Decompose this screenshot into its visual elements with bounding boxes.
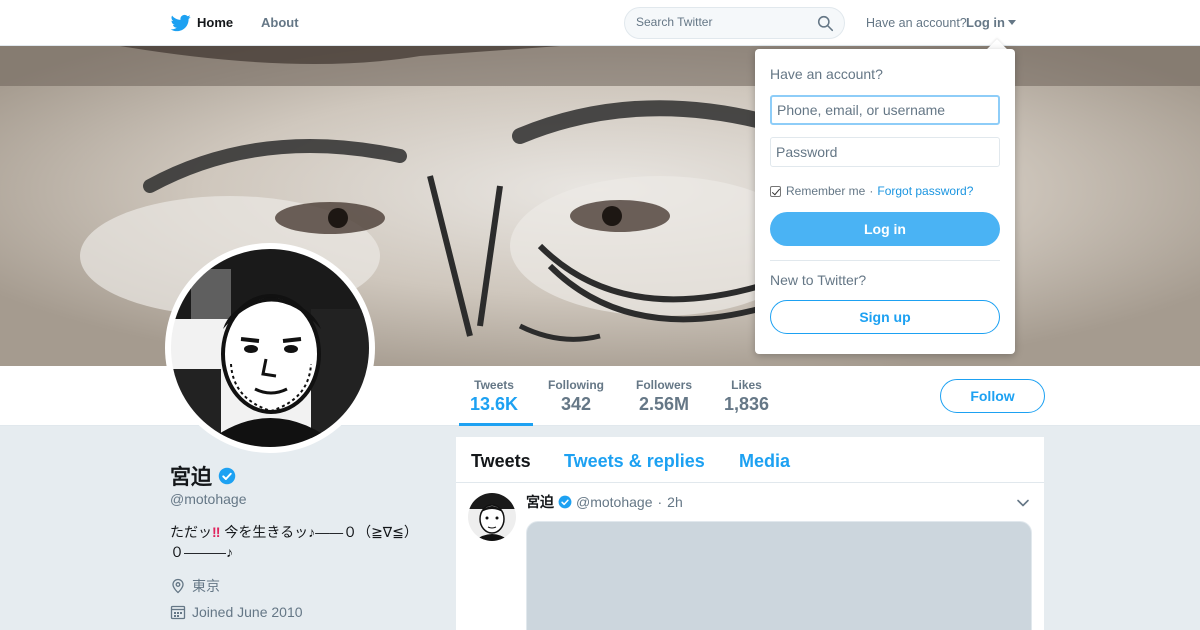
bio-line-2: ０———♪ <box>170 544 233 560</box>
caret-down-icon <box>1008 20 1016 25</box>
remember-me-checkbox[interactable] <box>770 185 781 197</box>
bio-line-1-end: 今を生きるッ♪——０（≧∇≦） <box>224 524 418 540</box>
search-input[interactable] <box>636 15 806 29</box>
login-dropdown: Have an account? Remember me · Forgot pa… <box>755 49 1015 354</box>
tweet-author-handle[interactable]: @motohage <box>576 494 652 510</box>
login-dropdown-toggle[interactable]: Log in <box>966 15 1016 30</box>
stat-following[interactable]: Following 342 <box>548 378 604 415</box>
username-field[interactable] <box>770 95 1000 125</box>
top-navigation-bar: Home About Have an account? Log in <box>0 0 1200 46</box>
remember-separator: · <box>869 184 874 198</box>
joined-date-text: Joined June 2010 <box>192 604 303 620</box>
tab-tweets[interactable]: Tweets <box>471 451 531 472</box>
tweet-avatar[interactable] <box>468 493 516 541</box>
profile-handle[interactable]: @motohage <box>170 491 246 507</box>
login-link-label: Log in <box>966 15 1005 30</box>
nav-about-link[interactable]: About <box>261 15 299 30</box>
search-box[interactable] <box>624 7 845 39</box>
dropdown-divider <box>770 260 1000 261</box>
timeline-tabs: Tweets Tweets & replies Media <box>456 437 1044 483</box>
tweet-author-name[interactable]: 宮迫 <box>526 492 554 512</box>
nav-home-link[interactable]: Home <box>197 15 233 30</box>
profile-avatar[interactable] <box>165 243 375 453</box>
twitter-bird-icon[interactable] <box>170 13 192 33</box>
stat-likes-label: Likes <box>731 378 762 392</box>
stat-likes[interactable]: Likes 1,836 <box>724 378 769 415</box>
tweet-timestamp[interactable]: 2h <box>667 494 683 510</box>
profile-name[interactable]: 宮迫 <box>170 461 212 491</box>
remember-me-row: Remember me · Forgot password? <box>770 184 973 198</box>
search-icon[interactable] <box>817 15 834 32</box>
new-to-twitter-text: New to Twitter? <box>770 272 867 288</box>
forgot-password-link[interactable]: Forgot password? <box>877 184 973 198</box>
timeline: Tweets Tweets & replies Media 宮迫 @motoha… <box>456 437 1044 630</box>
calendar-icon <box>170 605 186 620</box>
double-exclamation-emoji: ‼ <box>212 524 221 540</box>
stat-followers[interactable]: Followers 2.56M <box>636 378 692 415</box>
verified-badge-icon <box>558 495 572 509</box>
login-button[interactable]: Log in <box>770 212 1000 246</box>
verified-badge-icon <box>218 467 236 485</box>
dropdown-title: Have an account? <box>770 66 883 82</box>
stat-tweets-label: Tweets <box>474 378 514 392</box>
tweet-media[interactable] <box>526 521 1032 630</box>
stat-following-value: 342 <box>560 394 592 414</box>
follow-button[interactable]: Follow <box>940 379 1045 413</box>
stat-likes-value: 1,836 <box>724 394 770 414</box>
stat-tweets-value: 13.6K <box>470 394 519 414</box>
remember-me-label[interactable]: Remember me <box>786 184 865 198</box>
stat-following-label: Following <box>548 378 604 392</box>
bio-line-1: ただッ‼ 今を生きるッ♪——０（≧∇≦） <box>170 522 430 542</box>
tweet-separator-dot: · <box>657 494 663 510</box>
profile-name-row: 宮迫 <box>170 461 236 491</box>
have-account-text: Have an account? <box>866 16 967 30</box>
tab-media[interactable]: Media <box>739 451 790 472</box>
stat-tweets[interactable]: Tweets 13.6K <box>470 378 518 415</box>
stat-followers-value: 2.56M <box>638 394 690 414</box>
bio-line-1-start: ただッ <box>170 524 212 540</box>
location-pin-icon <box>172 578 184 594</box>
signup-button[interactable]: Sign up <box>770 300 1000 334</box>
profile-joined: Joined June 2010 <box>170 604 303 620</box>
location-text: 東京 <box>192 578 220 594</box>
stat-followers-label: Followers <box>636 378 693 392</box>
profile-location: 東京 <box>170 576 220 596</box>
profile-bio: ただッ‼ 今を生きるッ♪——０（≧∇≦） ０———♪ <box>170 522 430 562</box>
tweet-avatar-image <box>468 493 516 541</box>
tweet-header: 宮迫 @motohage · 2h <box>526 492 683 512</box>
tweet-item[interactable]: 宮迫 @motohage · 2h <box>456 483 1044 630</box>
avatar-image <box>171 249 369 447</box>
password-field[interactable] <box>770 137 1000 167</box>
chevron-down-icon[interactable] <box>1016 496 1030 510</box>
active-stat-underline <box>459 423 533 426</box>
tab-tweets-and-replies[interactable]: Tweets & replies <box>564 451 705 472</box>
